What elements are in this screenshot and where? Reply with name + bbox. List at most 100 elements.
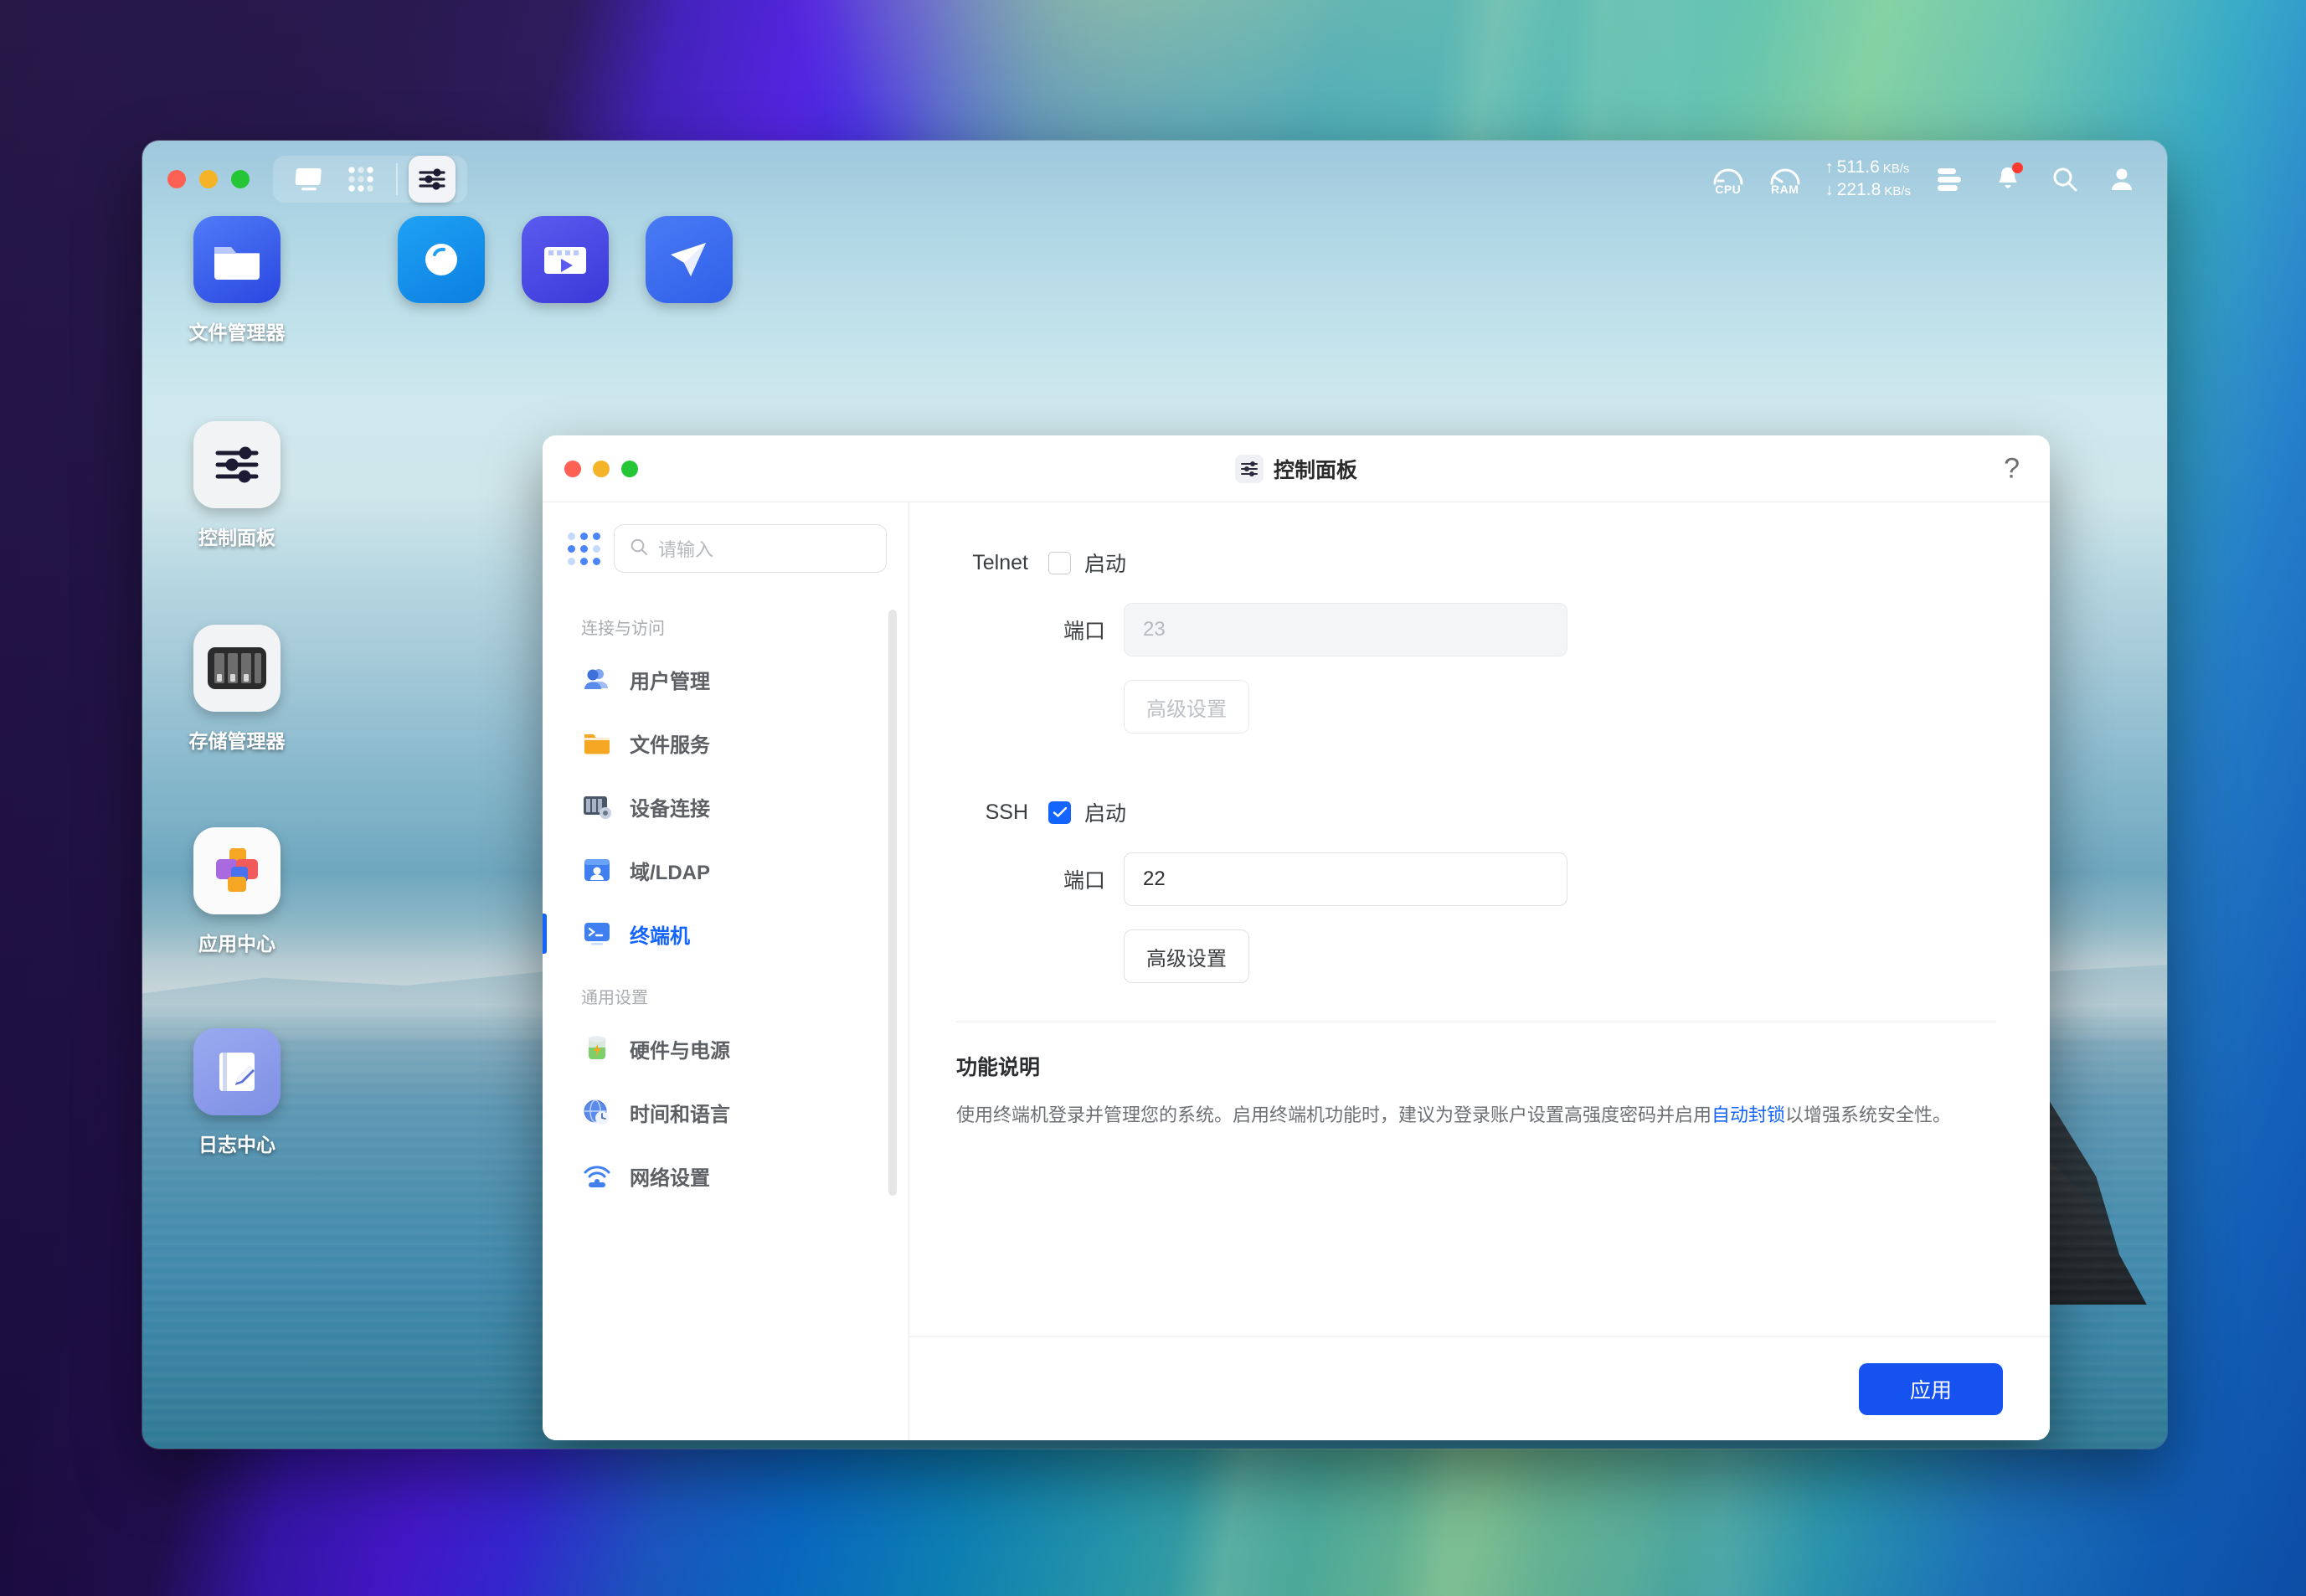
- checkbox-box: [1048, 551, 1071, 574]
- search-icon[interactable]: [2048, 162, 2082, 196]
- auto-block-link[interactable]: 自动封锁: [1711, 1104, 1785, 1125]
- desktop-icon-label: 文件管理器: [188, 322, 286, 343]
- download-value: 221.8: [1836, 180, 1881, 199]
- layout-spacer: [956, 929, 1124, 983]
- sidebar-item-label: 域/LDAP: [630, 861, 710, 884]
- telnet-advanced-settings-button[interactable]: 高级设置: [1124, 680, 1249, 734]
- users-icon: [581, 663, 613, 695]
- task-list-icon[interactable]: [1934, 162, 1968, 196]
- desktop-icon-label: 日志中心: [198, 1134, 275, 1156]
- download-icon: [398, 216, 485, 303]
- ssh-settings-block: SSH 启动 端口 22 高级设置: [956, 797, 1996, 983]
- apps-grid-icon[interactable]: [337, 161, 385, 198]
- sidebar-item-device-connection[interactable]: 设备连接: [543, 775, 909, 838]
- ssh-enable-row: SSH 启动: [956, 797, 1996, 827]
- telnet-enable-checkbox[interactable]: 启动: [1048, 548, 1126, 578]
- ssh-advanced-row: 高级设置: [956, 929, 1996, 983]
- sidebar-item-user-management[interactable]: 用户管理: [543, 647, 909, 711]
- window-status-area: CPU RAM ↑ 511.6 KB/s ↓ 221.8 KB/s: [1711, 157, 2139, 201]
- window-toolbar-pill: [273, 156, 467, 203]
- ssh-port-input[interactable]: 22: [1124, 852, 1567, 906]
- search-input[interactable]: 请输入: [614, 524, 887, 573]
- sidebar-search-row: 请输入: [543, 502, 909, 584]
- battery-icon: [581, 1032, 613, 1064]
- button-label: 高级设置: [1146, 947, 1227, 970]
- desktop-icon-label: 控制面板: [198, 527, 275, 548]
- settings-scroll-area: Telnet 启动 端口 23 高级设置 SSH 启动 端口 22 高级设置 功…: [909, 502, 2050, 1336]
- grid-dots-icon[interactable]: [568, 532, 600, 565]
- upload-value: 511.6: [1836, 157, 1880, 178]
- desktop-icon-app-center[interactable]: 应用中心: [157, 827, 317, 956]
- sidebar-item-domain-ldap[interactable]: 域/LDAP: [543, 838, 909, 902]
- search-placeholder: 请输入: [658, 539, 714, 560]
- feature-description-block: 功能说明 使用终端机登录并管理您的系统。启用终端机功能时，建议为登录账户设置高强…: [956, 1022, 1996, 1131]
- sidebar-scrollbar[interactable]: [888, 610, 897, 1196]
- control-panel-dialog: 控制面板 ? 请输入 连接与访问 用户管理 文件服务 设备连接 域/LDAP 终…: [543, 435, 2050, 1440]
- desktop-icon-label: 存储管理器: [188, 730, 286, 752]
- sidebar-group-title: 连接与访问: [581, 620, 665, 638]
- telnet-port-input[interactable]: 23: [1124, 603, 1567, 656]
- sidebar-item-label: 终端机: [630, 924, 690, 948]
- dialog-title-group: 控制面板: [543, 435, 2050, 502]
- sidebar-scroll-area: 连接与访问 用户管理 文件服务 设备连接 域/LDAP 终端机 通用设置 硬件与…: [543, 596, 909, 1440]
- telnet-enable-row: Telnet 启动: [956, 548, 1996, 578]
- app-center-icon: [193, 827, 281, 914]
- checkbox-box: [1048, 801, 1071, 824]
- user-icon[interactable]: [2105, 162, 2139, 196]
- telnet-settings-block: Telnet 启动 端口 23 高级设置: [956, 548, 1996, 734]
- button-label: 应用: [1909, 1378, 1952, 1403]
- telnet-port-value: 23: [1143, 618, 1166, 641]
- apply-button[interactable]: 应用: [1859, 1362, 2003, 1415]
- ssh-port-row: 端口 22: [956, 852, 1996, 906]
- window-minimize-button[interactable]: [199, 170, 218, 188]
- desktop-icon-file-manager[interactable]: 文件管理器: [157, 216, 317, 345]
- desktop-icon-storage-manager[interactable]: 存储管理器: [157, 625, 317, 754]
- description-title: 功能说明: [956, 1056, 1041, 1079]
- sidebar-item-label: 文件服务: [630, 734, 710, 757]
- dialog-main-pane: Telnet 启动 端口 23 高级设置 SSH 启动 端口 22 高级设置 功…: [909, 502, 2050, 1440]
- display-icon[interactable]: [285, 161, 333, 198]
- dialog-titlebar: 控制面板 ?: [543, 435, 2050, 502]
- clock-globe-icon: [581, 1096, 613, 1128]
- sidebar-item-label: 用户管理: [630, 670, 710, 693]
- video-player-icon: [522, 216, 609, 303]
- window-traffic-lights[interactable]: [167, 170, 250, 188]
- ssh-port-value: 22: [1143, 868, 1166, 890]
- sidebar-item-network-settings[interactable]: 网络设置: [543, 1144, 909, 1207]
- sidebar-item-hardware-power[interactable]: 硬件与电源: [543, 1017, 909, 1080]
- ram-label: RAM: [1771, 182, 1799, 196]
- folder-icon: [193, 216, 281, 303]
- window-topbar: CPU RAM ↑ 511.6 KB/s ↓ 221.8 KB/s: [142, 141, 2167, 218]
- network-speed-indicator: ↑ 511.6 KB/s ↓ 221.8 KB/s: [1825, 157, 1911, 201]
- ssh-service-label: SSH: [985, 800, 1028, 824]
- window-maximize-button[interactable]: [231, 170, 250, 188]
- sidebar-item-time-language[interactable]: 时间和语言: [543, 1080, 909, 1144]
- nas-desktop-window: CPU RAM ↑ 511.6 KB/s ↓ 221.8 KB/s 文件管理器 …: [142, 141, 2167, 1449]
- desktop-icon-control-panel[interactable]: 控制面板: [157, 421, 317, 550]
- terminal-icon: [581, 918, 613, 950]
- window-close-button[interactable]: [167, 170, 186, 188]
- bell-icon[interactable]: [1991, 162, 2025, 196]
- wifi-icon: [581, 1160, 613, 1192]
- dialog-sidebar: 请输入 连接与访问 用户管理 文件服务 设备连接 域/LDAP 终端机 通用设置…: [543, 502, 909, 1440]
- telnet-port-row: 端口 23: [956, 603, 1996, 656]
- sidebar-item-terminal[interactable]: 终端机: [543, 902, 909, 965]
- ssh-advanced-settings-button[interactable]: 高级设置: [1124, 929, 1249, 983]
- sliders-icon: [1234, 454, 1264, 483]
- cpu-gauge: CPU: [1711, 163, 1745, 196]
- ssh-enable-label: 启动: [1084, 802, 1127, 826]
- desktop-icon-mail[interactable]: [610, 216, 769, 303]
- download-arrow-icon: ↓: [1825, 181, 1834, 199]
- telnet-port-label: 端口: [1063, 620, 1105, 643]
- download-unit: KB/s: [1884, 184, 1911, 198]
- sidebar-item-file-service[interactable]: 文件服务: [543, 711, 909, 775]
- folder-orange-icon: [581, 727, 613, 759]
- dialog-body: 请输入 连接与访问 用户管理 文件服务 设备连接 域/LDAP 终端机 通用设置…: [543, 502, 2050, 1440]
- control-panel-icon[interactable]: [409, 156, 456, 203]
- ssh-enable-checkbox[interactable]: 启动: [1048, 797, 1126, 827]
- ssh-port-label: 端口: [1063, 869, 1105, 893]
- desktop-icon-label: 应用中心: [198, 933, 275, 955]
- desktop-icon-log-center[interactable]: 日志中心: [157, 1028, 317, 1157]
- help-button[interactable]: ?: [2004, 452, 2020, 485]
- search-icon: [630, 538, 648, 560]
